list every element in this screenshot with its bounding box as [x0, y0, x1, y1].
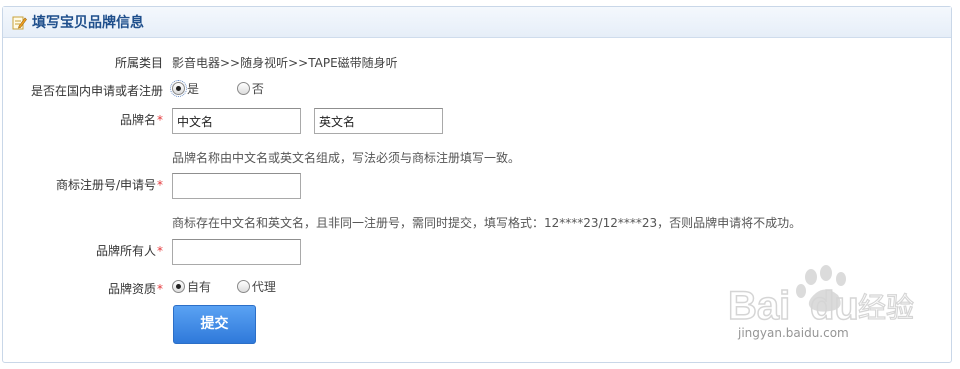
radio-checked-icon	[172, 280, 185, 293]
qualification-option-agent-label: 代理	[251, 280, 276, 294]
edit-icon	[12, 15, 27, 30]
owner-label: 品牌所有人*	[95, 244, 163, 258]
brand-name-label: 品牌名*	[119, 113, 163, 127]
brand-name-cn-input[interactable]	[172, 108, 301, 134]
required-mark: *	[157, 113, 163, 127]
svg-text:经验: 经验	[858, 291, 914, 324]
panel-title: 填写宝贝品牌信息	[32, 15, 144, 31]
submit-button[interactable]: 提交	[173, 305, 256, 344]
required-mark: *	[157, 244, 163, 258]
watermark-url: jingyan.baidu.com	[738, 326, 849, 340]
required-mark: *	[157, 178, 163, 192]
domestic-label: 是否在国内申请或者注册	[30, 84, 163, 98]
panel-header: 填写宝贝品牌信息	[3, 7, 951, 38]
qualification-option-own[interactable]: 自有	[172, 278, 211, 295]
qualification-option-agent[interactable]: 代理	[236, 278, 276, 295]
svg-text:Bai: Bai	[728, 284, 790, 328]
trademark-label: 商标注册号/申请号*	[55, 178, 163, 192]
domestic-option-yes-label: 是	[187, 82, 200, 96]
brand-name-en-input[interactable]	[314, 108, 443, 134]
trademark-hint: 商标存在中文名和英文名，且非同一注册号，需同时提交，填写格式：12****23/…	[172, 216, 802, 230]
domestic-option-no[interactable]: 否	[236, 80, 264, 97]
qualification-label: 品牌资质*	[107, 282, 163, 296]
category-value: 影音电器>>随身视听>>TAPE磁带随身听	[172, 56, 398, 70]
domestic-option-yes[interactable]: 是	[170, 80, 200, 97]
domestic-radio-group: 是 否	[170, 80, 278, 98]
qualification-radio-group: 自有 代理	[172, 278, 290, 296]
required-mark: *	[157, 282, 163, 296]
category-label: 所属类目	[114, 56, 163, 70]
qualification-option-own-label: 自有	[187, 280, 212, 294]
owner-input[interactable]	[172, 239, 301, 265]
brand-name-hint: 品牌名称由中文名或英文名组成，写法必须与商标注册填写一致。	[172, 151, 521, 165]
radio-checked-icon	[170, 80, 187, 97]
svg-text:du: du	[810, 284, 859, 328]
radio-unchecked-icon	[236, 82, 250, 95]
domestic-option-no-label: 否	[251, 82, 264, 96]
trademark-no-input[interactable]	[172, 173, 301, 199]
radio-unchecked-icon	[236, 280, 250, 293]
